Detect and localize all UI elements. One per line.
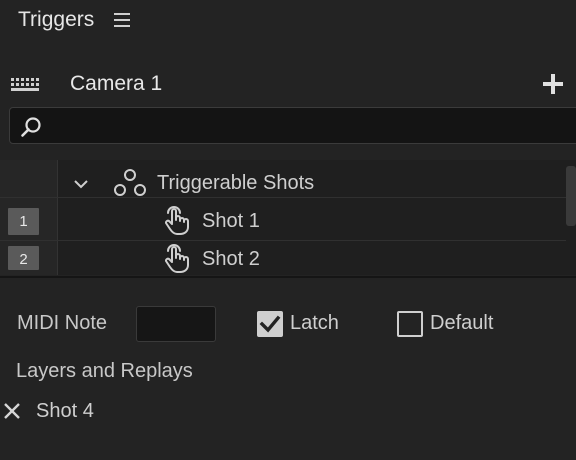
panel-header: Triggers — [0, 0, 576, 44]
table-row[interactable] — [0, 241, 566, 275]
panel-menu-icon[interactable] — [114, 13, 130, 27]
row-number: 2 — [8, 246, 39, 270]
midi-note-label: MIDI Note — [17, 312, 108, 334]
layers-section-label: Layers and Replays — [16, 360, 193, 382]
default-checkbox[interactable] — [397, 311, 423, 337]
group-label: Triggerable Shots — [157, 172, 315, 194]
layer-item-label: Shot 4 — [36, 400, 94, 422]
default-label: Default — [430, 312, 494, 334]
shot-label: Shot 1 — [202, 210, 260, 232]
checkmark-icon — [259, 315, 281, 333]
tree-scrollbar[interactable] — [566, 166, 576, 226]
keyboard-icon[interactable] — [11, 78, 41, 94]
table-row[interactable] — [0, 203, 566, 241]
close-icon[interactable] — [3, 402, 21, 420]
latch-checkbox[interactable] — [257, 311, 283, 337]
shots-group-icon — [114, 169, 146, 196]
touch-hand-icon — [165, 244, 189, 273]
panel-title: Triggers — [18, 8, 95, 31]
latch-label: Latch — [290, 312, 339, 334]
touch-hand-icon — [165, 206, 189, 235]
row-number: 1 — [8, 208, 39, 235]
search-icon — [21, 117, 41, 137]
panel-divider — [0, 276, 576, 278]
camera-name: Camera 1 — [70, 72, 163, 95]
midi-note-input[interactable] — [136, 306, 216, 342]
search-box — [9, 107, 576, 144]
shot-label: Shot 2 — [202, 248, 260, 270]
chevron-down-icon[interactable] — [73, 176, 89, 192]
camera-toolbar: Camera 1 — [0, 64, 576, 104]
search-input[interactable] — [50, 108, 570, 143]
add-icon[interactable] — [542, 73, 564, 95]
